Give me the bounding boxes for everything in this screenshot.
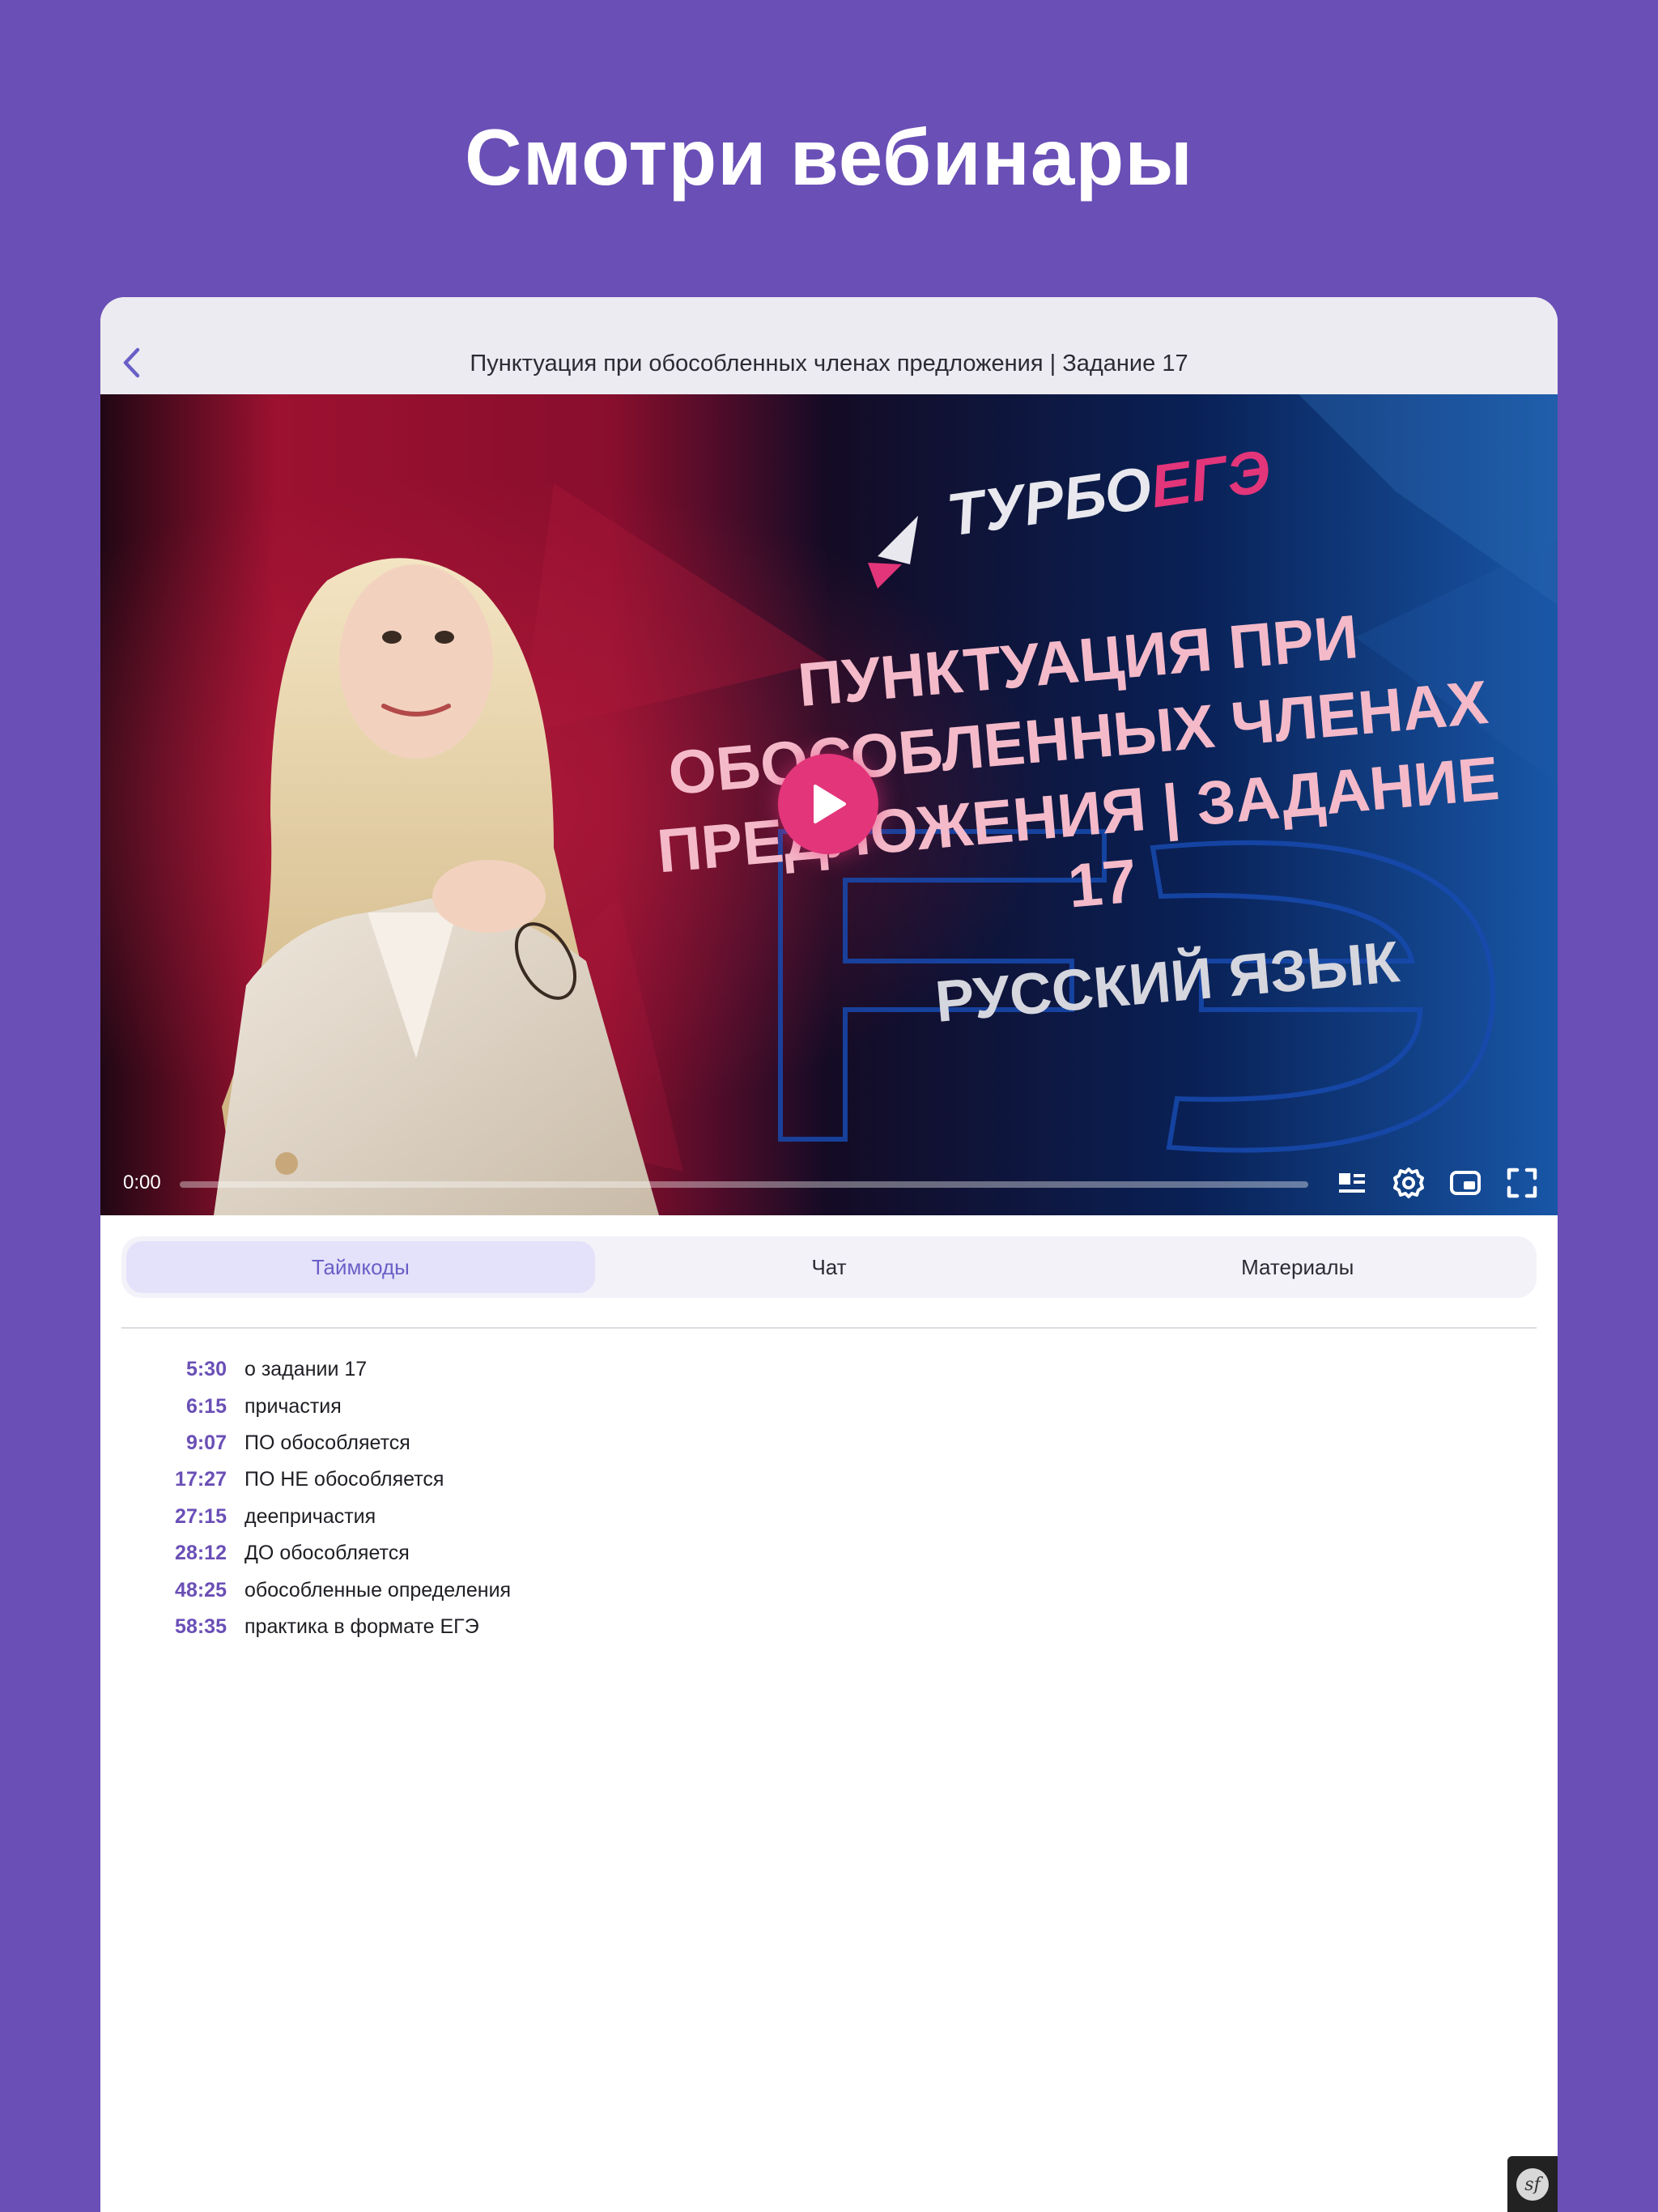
progress-bar[interactable] (180, 1181, 1308, 1188)
current-time: 0:00 (123, 1172, 161, 1193)
settings-icon (1393, 1168, 1424, 1198)
timecode-row[interactable]: 9:07 ПО обособляется (121, 1425, 931, 1461)
timecode-label: причастия (244, 1394, 342, 1418)
app-screen: Пунктуация при обособленных членах предл… (100, 297, 1558, 2212)
lesson-title: Пунктуация при обособленных членах предл… (470, 351, 1188, 376)
timecode-row[interactable]: 58:35 практика в формате ЕГЭ (121, 1609, 931, 1645)
play-button[interactable] (778, 754, 878, 854)
timecode-label: ПО обособляется (244, 1431, 410, 1454)
video-player[interactable]: ТУРБОЕГЭ ПУНКТУАЦИЯ ПРИ ОБОСОБЛЕННЫХ ЧЛЕ… (100, 394, 1558, 1215)
symfony-logo-icon: sf (1516, 2168, 1549, 2201)
timecode-row[interactable]: 27:15 деепричастия (121, 1499, 931, 1535)
timecode-label: практика в формате ЕГЭ (244, 1614, 479, 1638)
debug-toolbar-button[interactable]: sf (1507, 2156, 1558, 2212)
app-store-screenshot: Смотри вебинары Пунктуация при обособлен… (0, 0, 1658, 2212)
chevron-left-icon (123, 347, 140, 378)
settings-button[interactable] (1389, 1163, 1428, 1202)
timecode-label: обособленные определения (244, 1578, 512, 1602)
svg-text:17: 17 (1065, 847, 1140, 921)
navigation-bar: Пунктуация при обособленных членах предл… (100, 297, 1558, 394)
timecode-list: 5:30 о задании 17 6:15 причастия 9:07 ПО… (121, 1351, 931, 1645)
timecode-label: о задании 17 (244, 1358, 368, 1381)
tab-chat[interactable]: Чат (595, 1241, 1064, 1293)
tab-timecodes[interactable]: Таймкоды (126, 1241, 595, 1293)
timecode-row[interactable]: 17:27 ПО НЕ обособляется (121, 1461, 931, 1498)
fullscreen-icon (1507, 1168, 1537, 1198)
chapters-button[interactable] (1333, 1163, 1371, 1202)
fullscreen-button[interactable] (1503, 1163, 1541, 1202)
content-tabs: Таймкоды Чат Материалы (121, 1236, 1537, 1298)
timecode-label: ПО НЕ обособляется (244, 1468, 444, 1491)
timecode-time[interactable]: 48:25 (121, 1579, 227, 1602)
play-icon (814, 785, 846, 823)
timecode-time[interactable]: 9:07 (121, 1431, 227, 1455)
back-button[interactable] (115, 342, 147, 383)
timecode-row[interactable]: 48:25 обособленные определения (121, 1572, 931, 1608)
timecode-time[interactable]: 5:30 (121, 1358, 227, 1381)
timecode-time[interactable]: 27:15 (121, 1505, 227, 1529)
timecode-time[interactable]: 58:35 (121, 1615, 227, 1639)
promo-headline: Смотри вебинары (465, 113, 1193, 202)
timecode-row[interactable]: 6:15 причастия (121, 1388, 931, 1424)
timecode-time[interactable]: 6:15 (121, 1395, 227, 1419)
chapters-icon (1339, 1173, 1365, 1193)
timecode-label: деепричастия (244, 1504, 376, 1528)
picture-in-picture-icon (1450, 1171, 1481, 1195)
timecode-row[interactable]: 5:30 о задании 17 (121, 1351, 931, 1388)
timecode-row[interactable]: 28:12 ДО обособляется (121, 1535, 931, 1572)
timecode-time[interactable]: 28:12 (121, 1542, 227, 1565)
timecode-time[interactable]: 17:27 (121, 1468, 227, 1491)
timecode-label: ДО обособляется (244, 1542, 410, 1565)
tab-materials[interactable]: Материалы (1063, 1241, 1532, 1293)
divider (121, 1327, 1537, 1329)
picture-in-picture-button[interactable] (1446, 1163, 1485, 1202)
